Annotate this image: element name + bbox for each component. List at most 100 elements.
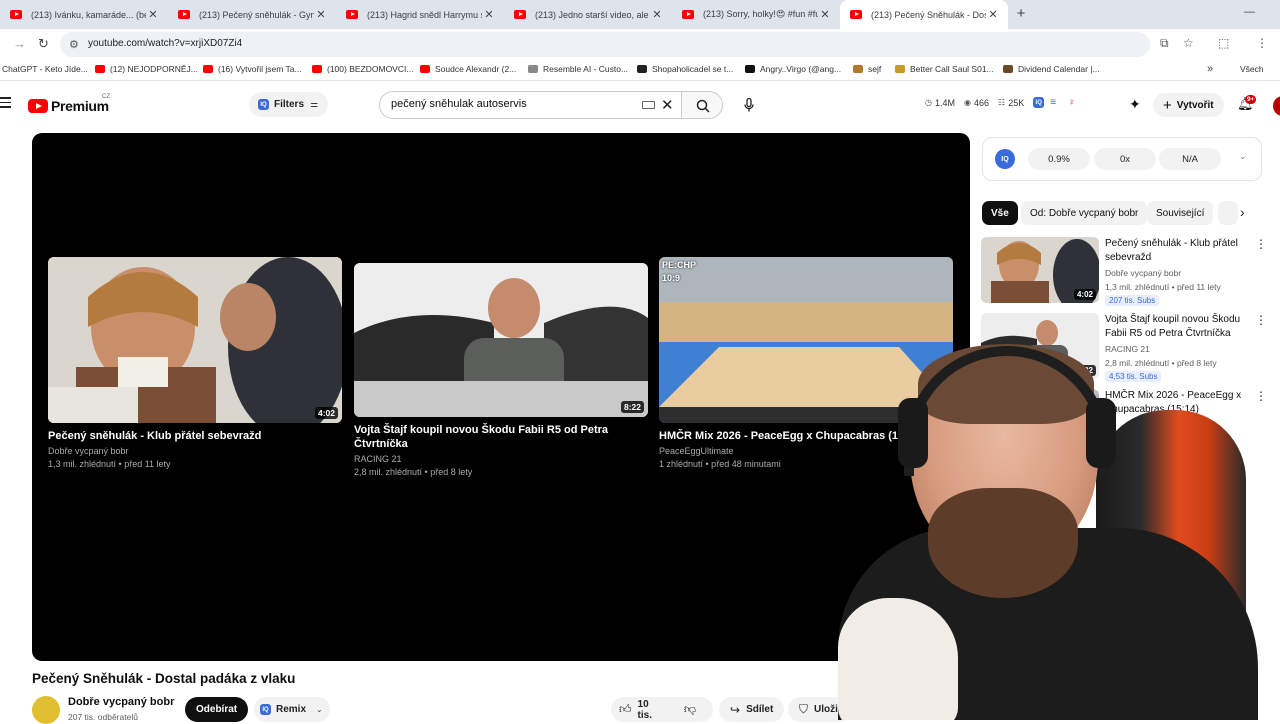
endcard-thumbnail[interactable]: 8:22 (354, 263, 648, 417)
more-bookmarks-icon[interactable]: » (1207, 63, 1213, 75)
endcard-title[interactable]: Pečený sněhulák - Klub přátel sebevražd (48, 429, 342, 443)
clear-search-icon[interactable]: ✕ (661, 96, 674, 114)
tab-close-icon[interactable]: ✕ (650, 8, 664, 21)
youtube-premium-logo[interactable]: Premium CZ (28, 94, 110, 114)
search-input[interactable] (391, 98, 631, 110)
users-icon: ☷ (998, 98, 1006, 107)
browser-menu-icon[interactable]: ⋮ (1256, 36, 1268, 50)
create-label: Vytvořit (1176, 99, 1214, 111)
browser-tab[interactable]: (213) Jedno starší video, ale my ✕ (504, 0, 672, 29)
recommendation-title[interactable]: Pečený sněhulák - Klub přátel sebevražd (1105, 237, 1247, 265)
new-tab-icon[interactable]: + (1012, 5, 1030, 22)
menu-icon[interactable] (0, 97, 11, 111)
tab-close-icon[interactable]: ✕ (818, 8, 832, 21)
share-label: Sdílet (746, 704, 774, 715)
iq-icon[interactable]: IQ (1033, 97, 1045, 108)
bookmark-label: Soudce Alexandr (2... (435, 64, 517, 74)
cast-icon[interactable]: ✦ (1129, 96, 1141, 113)
account-avatar[interactable] (1273, 96, 1280, 116)
bookmarks-bar: ChatGPT - Keto Jíde... (12) NEJODPORNĚJ.… (0, 60, 1280, 81)
recommendation-thumbnail[interactable]: 4:02 (981, 237, 1099, 303)
bookmark-item[interactable]: Soudce Alexandr (2... (420, 64, 516, 74)
remix-button[interactable]: IQ Remix ⌄ (254, 697, 330, 722)
create-button[interactable]: + Vytvořit (1153, 93, 1224, 117)
browser-tab[interactable]: (213) Hagrid snědl Harrymu sv ✕ (336, 0, 504, 29)
channel-name[interactable]: Dobře vycpaný bobr (68, 696, 174, 708)
chip-more[interactable] (1218, 201, 1238, 225)
youtube-favicon-icon (346, 10, 358, 19)
search-button[interactable] (681, 91, 723, 119)
tab-close-icon[interactable]: ✕ (314, 8, 328, 21)
share-button[interactable]: ↪ Sdílet (719, 697, 785, 722)
bookmark-star-icon[interactable]: ☆ (1183, 36, 1194, 50)
youtube-favicon-icon (420, 65, 430, 73)
chip-all[interactable]: Vše (982, 201, 1018, 225)
filters-button[interactable]: IQ Filters ⚌ (249, 92, 329, 117)
recommendation-item[interactable]: 4:02 Pečený sněhulák - Klub přátel sebev… (981, 237, 1271, 307)
browser-tab[interactable]: (213) Sorry, holky!😍 #fun #fun ✕ (672, 0, 840, 29)
remix-label: Remix (276, 704, 307, 715)
subscribe-button[interactable]: Odebírat (185, 697, 249, 722)
streamer-hand (838, 598, 958, 720)
tab-close-icon[interactable]: ✕ (986, 8, 1000, 21)
endcard-title[interactable]: Vojta Štajf koupil novou Škodu Fabii R5 … (354, 423, 648, 451)
bookmark-item[interactable]: (16) Vytvořil jsem Ta... (203, 64, 302, 74)
chevron-right-icon[interactable]: › (1240, 204, 1245, 220)
video-player[interactable]: 4:02 Pečený sněhulák - Klub přátel sebev… (32, 133, 970, 661)
bookmark-item[interactable]: Angry..Virgo (@ang... (745, 64, 841, 74)
youtube-favicon-icon (178, 10, 190, 19)
address-bar[interactable]: ⚙ youtube.com/watch?v=xrjiXD07Zi4 (60, 32, 1150, 57)
pin-icon[interactable]: ♀ (1068, 97, 1076, 108)
chevron-down-icon[interactable]: ⌄ (316, 705, 323, 714)
bookmark-item[interactable]: Shopaholicadel se t... (637, 64, 733, 74)
search-box: ✕ (379, 91, 681, 119)
recommendation-meta: 1,3 mil. zhlédnutí • před 11 lety (1105, 282, 1221, 292)
youtube-favicon-icon (850, 10, 862, 19)
endscreen-video-card[interactable]: 4:02 Pečený sněhulák - Klub přátel sebev… (48, 257, 342, 469)
tab-close-icon[interactable]: ✕ (482, 8, 496, 21)
brand-label: Premium (51, 98, 109, 114)
thumbs-up-icon[interactable]: 👍︎ (619, 702, 632, 717)
subscriber-count: 207 tis. odběratelů (68, 712, 138, 722)
keyboard-icon[interactable] (642, 101, 655, 109)
reload-icon[interactable]: ↻ (38, 36, 49, 52)
more-actions-icon[interactable]: ⋮ (1255, 238, 1267, 250)
site-info-icon[interactable]: ⚙ (69, 38, 79, 51)
browser-tab-active[interactable]: (213) Pečený Sněhulák - Dostal ✕ (840, 0, 1008, 29)
browser-tab[interactable]: (213) Pečený sněhulák - Gyneko ✕ (168, 0, 336, 29)
chip-from-channel[interactable]: Od: Dobře vycpaný bobr (1021, 201, 1148, 225)
bookmark-item[interactable]: Resemble AI - Custo... (528, 64, 628, 74)
country-code: CZ (102, 94, 110, 100)
bookmark-item[interactable]: Dividend Calendar |... (1003, 64, 1100, 74)
chip-related[interactable]: Související (1147, 201, 1214, 225)
endscreen-video-card[interactable]: 8:22 Vojta Štajf koupil novou Škodu Fabi… (354, 263, 648, 477)
all-bookmarks-folder[interactable]: Všech (1240, 64, 1264, 74)
like-count[interactable]: 10 tis. (638, 699, 666, 721)
thumbs-down-icon[interactable]: 👎︎ (684, 702, 696, 717)
bookmark-item[interactable]: sejf (853, 64, 881, 74)
stats-bars-icon[interactable]: ≡ (1050, 97, 1056, 108)
sejf-favicon-icon (853, 65, 863, 73)
browser-tab[interactable]: (213) Ivánku, kamaráde... (bez p ✕ (0, 0, 168, 29)
like-dislike-group: 👍︎ 10 tis. 👎︎ (611, 697, 713, 722)
filters-label: Filters (274, 99, 305, 110)
tab-close-icon[interactable]: ✕ (146, 8, 160, 21)
endcard-thumbnail[interactable]: 4:02 (48, 257, 342, 423)
bookmark-item[interactable]: Better Call Saul S01... (895, 64, 994, 74)
forward-icon[interactable]: → (13, 36, 26, 51)
bookmark-item[interactable]: (12) NEJODPORNĚJ... (95, 64, 198, 74)
webcam-overlay (838, 318, 1280, 720)
bookmark-item[interactable]: ChatGPT - Keto Jíde... (2, 64, 88, 74)
recommendation-channel[interactable]: Dobře vycpaný bobr (1105, 268, 1245, 278)
bookmark-item[interactable]: (100) BEZDOMOVCI... (312, 64, 413, 74)
install-app-icon[interactable]: ⧉ (1160, 36, 1169, 51)
voice-search-button[interactable] (735, 91, 763, 119)
minimize-icon[interactable]: — (1244, 6, 1255, 18)
resemble-favicon-icon (528, 65, 538, 73)
chevron-down-icon[interactable]: ⌄ (1239, 151, 1247, 162)
plus-icon: + (1163, 96, 1172, 114)
x-favicon-icon (637, 65, 647, 73)
extensions-icon[interactable]: ⬚ (1218, 36, 1229, 50)
iq-logo-icon[interactable]: IQ (995, 149, 1015, 169)
imdb-favicon-icon (895, 65, 905, 73)
